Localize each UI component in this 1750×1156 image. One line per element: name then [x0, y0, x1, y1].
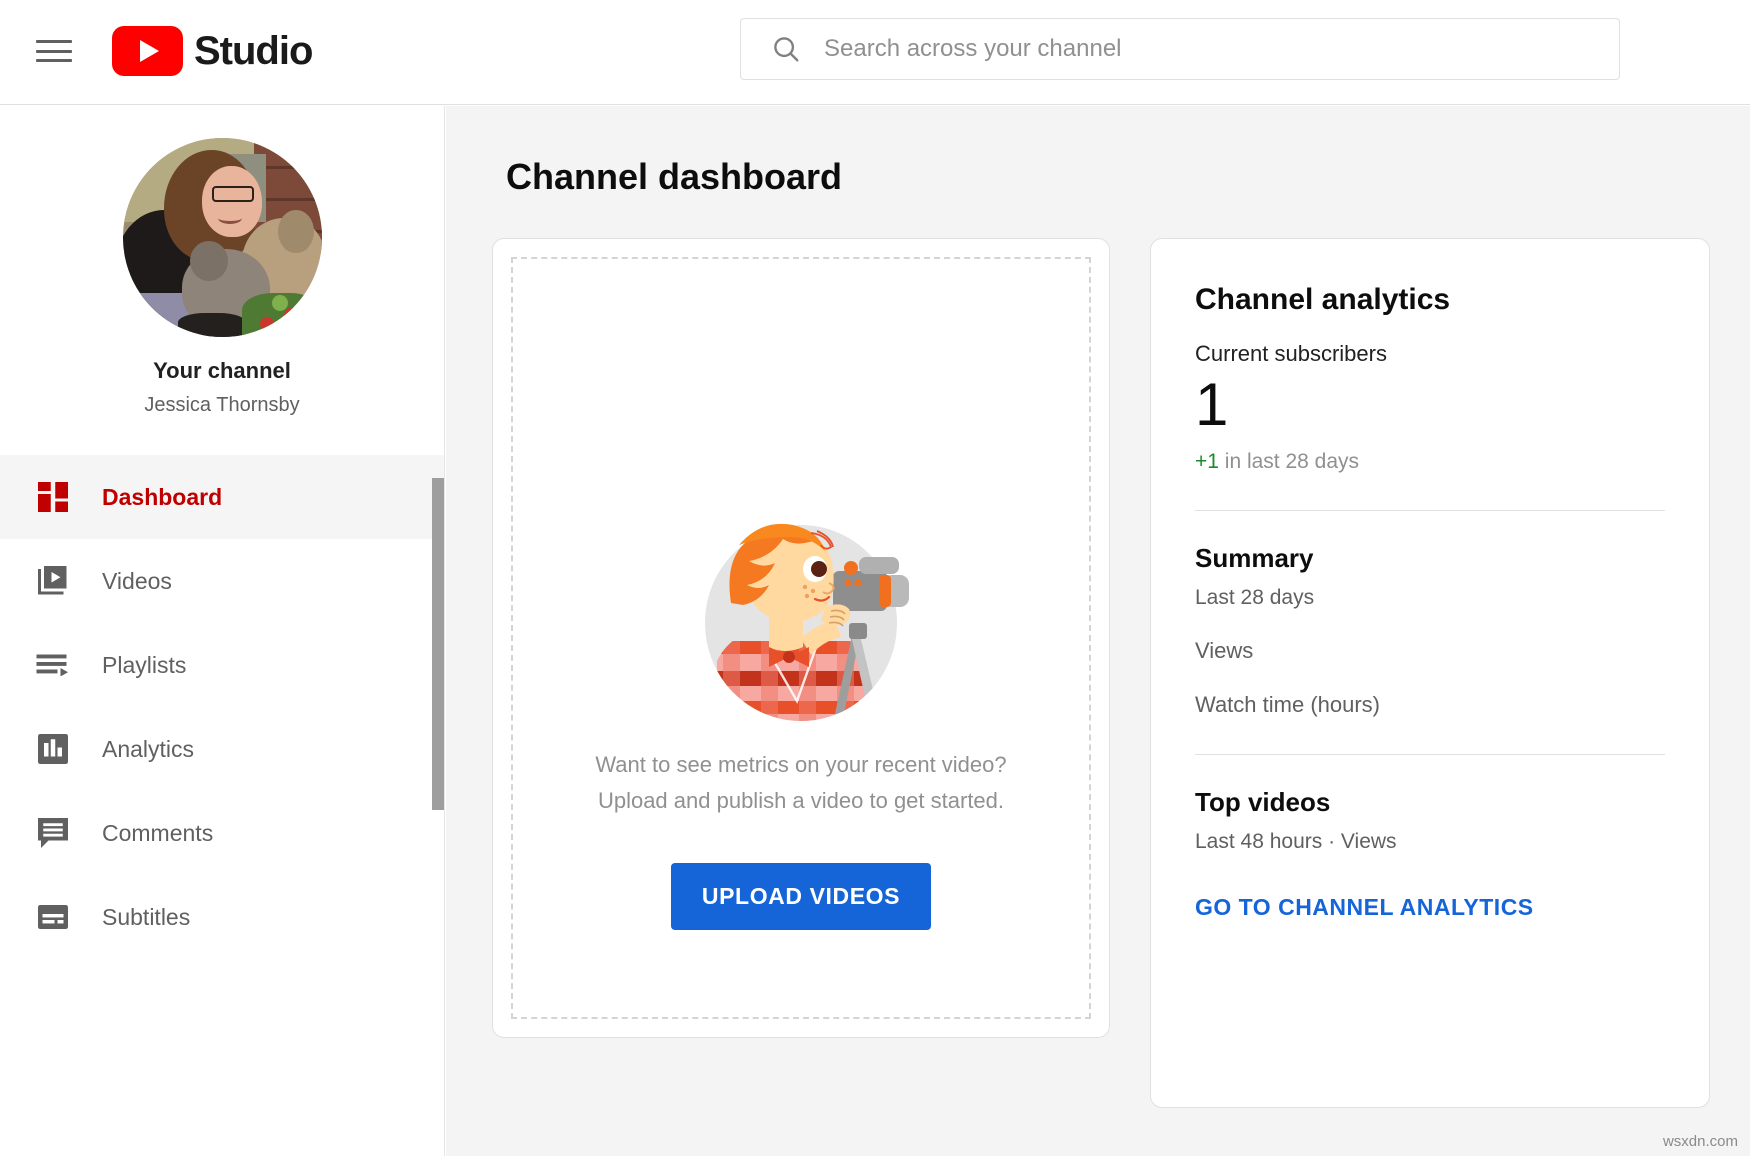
- hamburger-line: [36, 59, 72, 62]
- subtitles-cc-icon: [35, 899, 71, 935]
- upload-blurb-line-1: Want to see metrics on your recent video…: [595, 747, 1006, 783]
- sidebar-item-label: Videos: [102, 568, 172, 595]
- youtube-studio-logo[interactable]: Studio: [112, 26, 312, 76]
- search-bar[interactable]: [740, 18, 1620, 80]
- sidebar-item-videos[interactable]: Videos: [0, 539, 444, 623]
- upload-card: Want to see metrics on your recent video…: [492, 238, 1110, 1038]
- subscribers-value: 1: [1195, 373, 1665, 436]
- videographer-illustration: [683, 511, 919, 723]
- divider: [1195, 754, 1665, 755]
- search-icon: [771, 34, 801, 64]
- sidebar-item-label: Playlists: [102, 652, 186, 679]
- sidebar-item-label: Subtitles: [102, 904, 190, 931]
- subscribers-delta-text: in last 28 days: [1219, 450, 1359, 473]
- sidebar: Your channel Jessica Thornsby Dashboard …: [0, 106, 445, 1156]
- avatar[interactable]: [123, 138, 322, 337]
- sidebar-nav: Dashboard Videos Playlists: [0, 455, 444, 959]
- hamburger-line: [36, 40, 72, 43]
- top-bar: Studio: [0, 0, 1750, 105]
- top-videos-title: Top videos: [1195, 787, 1665, 818]
- upload-dropzone[interactable]: Want to see metrics on your recent video…: [511, 257, 1091, 1019]
- subscribers-label: Current subscribers: [1195, 341, 1665, 367]
- page-title: Channel dashboard: [506, 156, 1750, 198]
- top-videos-period: Last 48 hours · Views: [1195, 830, 1665, 854]
- divider: [1195, 510, 1665, 511]
- subscribers-delta: +1 in last 28 days: [1195, 450, 1665, 474]
- sidebar-item-dashboard[interactable]: Dashboard: [0, 455, 444, 539]
- hamburger-line: [36, 50, 72, 53]
- sidebar-item-comments[interactable]: Comments: [0, 791, 444, 875]
- metric-views: Views: [1195, 638, 1665, 664]
- sidebar-item-analytics[interactable]: Analytics: [0, 707, 444, 791]
- metric-watch-time: Watch time (hours): [1195, 692, 1665, 718]
- dashboard-grid-icon: [35, 479, 71, 515]
- main-content: Channel dashboard: [446, 106, 1750, 1156]
- channel-label[interactable]: Your channel: [153, 358, 291, 384]
- watermark: wsxdn.com: [1663, 1133, 1738, 1150]
- summary-period: Last 28 days: [1195, 586, 1665, 610]
- sidebar-item-label: Dashboard: [102, 484, 222, 511]
- go-to-channel-analytics-link[interactable]: GO TO CHANNEL ANALYTICS: [1195, 894, 1534, 921]
- sidebar-scrollbar-thumb[interactable]: [432, 478, 444, 810]
- playlist-lines-icon: [35, 647, 71, 683]
- search-input[interactable]: [824, 19, 1619, 79]
- upload-blurb: Want to see metrics on your recent video…: [595, 747, 1006, 820]
- sidebar-item-label: Comments: [102, 820, 213, 847]
- subscribers-delta-value: +1: [1195, 450, 1219, 473]
- videos-play-icon: [35, 563, 71, 599]
- youtube-play-icon: [112, 26, 183, 76]
- sidebar-item-label: Analytics: [102, 736, 194, 763]
- upload-blurb-line-2: Upload and publish a video to get starte…: [595, 783, 1006, 819]
- hamburger-menu-icon[interactable]: [36, 36, 72, 66]
- channel-name: Jessica Thornsby: [144, 394, 299, 417]
- sidebar-item-subtitles[interactable]: Subtitles: [0, 875, 444, 959]
- sidebar-item-playlists[interactable]: Playlists: [0, 623, 444, 707]
- summary-title: Summary: [1195, 543, 1665, 574]
- sidebar-scrollbar-track[interactable]: [432, 106, 444, 1156]
- comments-bubble-icon: [35, 815, 71, 851]
- dashboard-cards: Want to see metrics on your recent video…: [446, 238, 1750, 1108]
- upload-videos-button[interactable]: UPLOAD VIDEOS: [671, 863, 931, 930]
- analytics-bars-icon: [35, 731, 71, 767]
- channel-block: Your channel Jessica Thornsby: [0, 106, 444, 417]
- channel-analytics-card: Channel analytics Current subscribers 1 …: [1150, 238, 1710, 1108]
- analytics-title: Channel analytics: [1195, 283, 1665, 317]
- logo-text: Studio: [194, 31, 312, 71]
